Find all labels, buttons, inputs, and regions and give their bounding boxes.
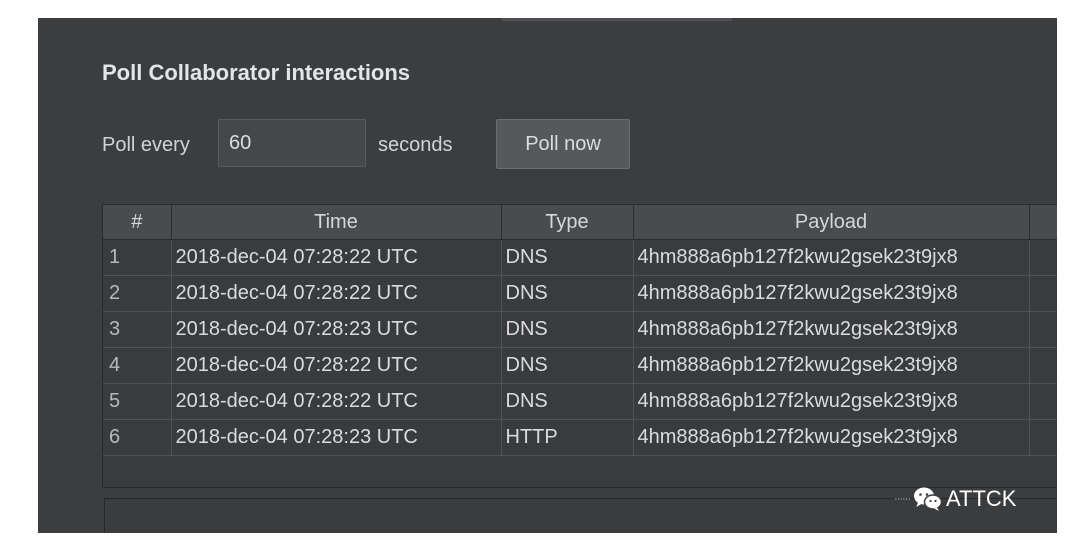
row-time: 2018-dec-04 07:28:23 UTC <box>171 419 502 456</box>
row-number: 6 <box>103 419 172 456</box>
top-tab-strip <box>502 18 732 21</box>
row-extra <box>1029 419 1057 456</box>
table-row[interactable]: 1 2018-dec-04 07:28:22 UTC DNS 4hm888a6p… <box>103 239 1057 276</box>
row-payload: 4hm888a6pb127f2kwu2gsek23t9jx8 <box>633 383 1030 420</box>
page-title: Poll Collaborator interactions <box>102 60 411 85</box>
row-number: 2 <box>103 275 172 312</box>
table-row[interactable]: 2 2018-dec-04 07:28:22 UTC DNS 4hm888a6p… <box>103 275 1057 312</box>
collaborator-panel: Poll Collaborator interactions Poll ever… <box>38 18 1057 533</box>
wechat-icon <box>913 487 943 511</box>
row-type: DNS <box>501 347 634 384</box>
table-row[interactable]: 5 2018-dec-04 07:28:22 UTC DNS 4hm888a6p… <box>103 383 1057 420</box>
row-payload: 4hm888a6pb127f2kwu2gsek23t9jx8 <box>633 239 1030 276</box>
row-extra <box>1029 275 1057 312</box>
row-number: 3 <box>103 311 172 348</box>
row-number: 5 <box>103 383 172 420</box>
row-time: 2018-dec-04 07:28:22 UTC <box>171 275 502 312</box>
interactions-table: # Time Type Payload 1 2018-dec-04 07:28:… <box>102 204 1057 488</box>
row-payload: 4hm888a6pb127f2kwu2gsek23t9jx8 <box>633 311 1030 348</box>
row-time: 2018-dec-04 07:28:23 UTC <box>171 311 502 348</box>
row-number: 4 <box>103 347 172 384</box>
row-payload: 4hm888a6pb127f2kwu2gsek23t9jx8 <box>633 347 1030 384</box>
row-time: 2018-dec-04 07:28:22 UTC <box>171 239 502 276</box>
row-number: 1 <box>103 239 172 276</box>
row-payload: 4hm888a6pb127f2kwu2gsek23t9jx8 <box>633 275 1030 312</box>
table-row[interactable]: 3 2018-dec-04 07:28:23 UTC DNS 4hm888a6p… <box>103 311 1057 348</box>
row-extra <box>1029 239 1057 276</box>
column-header-payload[interactable]: Payload <box>633 205 1030 240</box>
column-header-type[interactable]: Type <box>501 205 634 240</box>
seconds-label: seconds <box>378 134 453 156</box>
row-extra <box>1029 347 1057 384</box>
watermark-text: ATTCK <box>945 486 1017 511</box>
row-extra <box>1029 311 1057 348</box>
column-header-number[interactable]: # <box>103 205 172 240</box>
column-header-extra[interactable] <box>1029 205 1057 240</box>
poll-interval-input[interactable] <box>218 119 366 167</box>
table-row[interactable]: 4 2018-dec-04 07:28:22 UTC DNS 4hm888a6p… <box>103 347 1057 384</box>
row-type: DNS <box>501 383 634 420</box>
row-type: DNS <box>501 239 634 276</box>
row-type: DNS <box>501 275 634 312</box>
table-header-row: # Time Type Payload <box>103 205 1057 240</box>
poll-every-label: Poll every <box>102 134 190 156</box>
table-row[interactable]: 6 2018-dec-04 07:28:23 UTC HTTP 4hm888a6… <box>103 419 1057 456</box>
row-time: 2018-dec-04 07:28:22 UTC <box>171 347 502 384</box>
column-header-time[interactable]: Time <box>171 205 502 240</box>
row-type: DNS <box>501 311 634 348</box>
row-type: HTTP <box>501 419 634 456</box>
watermark: ······ ATTCK <box>894 481 1016 517</box>
row-payload: 4hm888a6pb127f2kwu2gsek23t9jx8 <box>633 419 1030 456</box>
row-extra <box>1029 383 1057 420</box>
poll-now-button[interactable]: Poll now <box>496 119 630 169</box>
watermark-dots: ······ <box>894 493 911 505</box>
row-time: 2018-dec-04 07:28:22 UTC <box>171 383 502 420</box>
